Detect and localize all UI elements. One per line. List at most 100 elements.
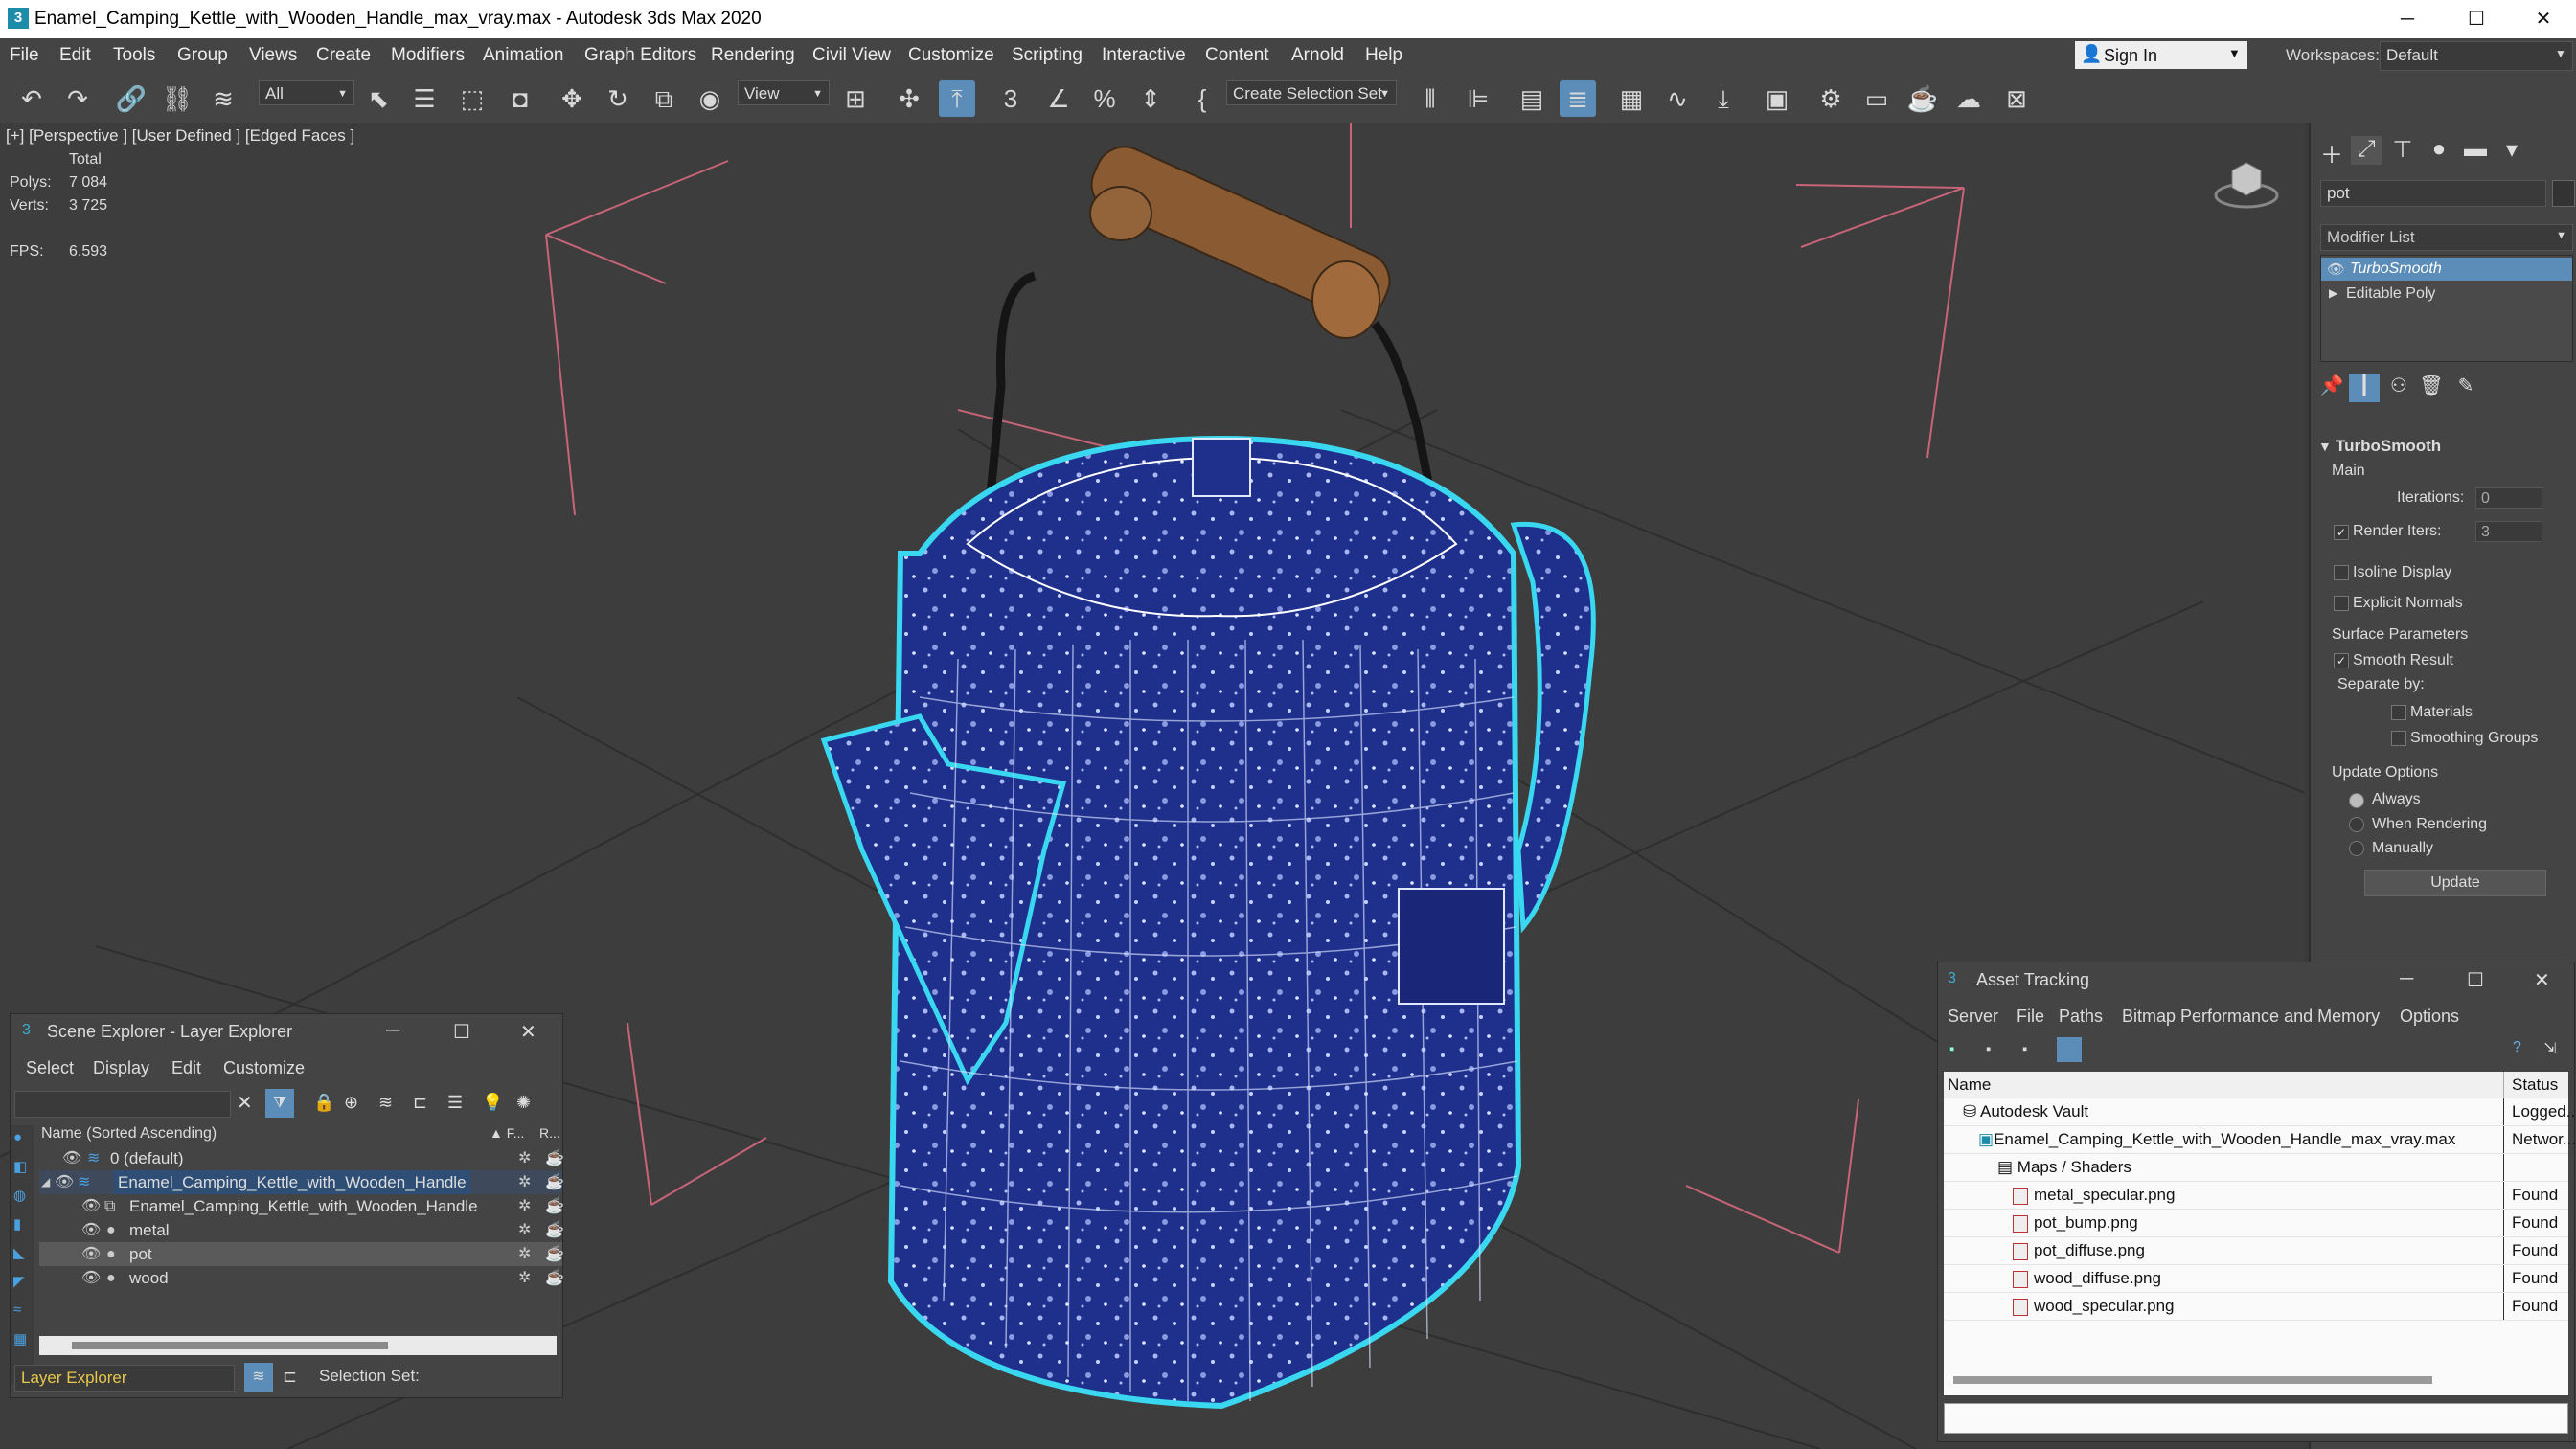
render-production-icon[interactable]: ☕ xyxy=(1904,80,1941,117)
toggle-ribbon-icon[interactable]: ▦ xyxy=(1613,80,1650,117)
eye-icon[interactable]: 👁 xyxy=(81,1266,101,1290)
menu-tools[interactable]: Tools xyxy=(113,45,155,66)
smooth-result-checkbox[interactable]: ✓ xyxy=(2334,653,2349,668)
explicit-normals-checkbox[interactable] xyxy=(2334,596,2349,611)
hierarchy-toggle-icon[interactable]: ⊏ xyxy=(283,1367,297,1387)
render-teapot-icon[interactable]: ☕ xyxy=(545,1266,564,1290)
close-button[interactable]: ✕ xyxy=(2534,968,2550,992)
remove-modifier-icon[interactable]: 🗑 xyxy=(2416,374,2447,402)
minimize-button[interactable]: ─ xyxy=(2376,0,2439,38)
display-bones-icon[interactable]: ▦ xyxy=(13,1330,27,1347)
eye-icon[interactable]: 👁 xyxy=(2327,260,2345,278)
display-spacewarps-icon[interactable]: ≈ xyxy=(13,1302,21,1318)
minimize-button[interactable]: ─ xyxy=(386,1020,399,1042)
menu-create[interactable]: Create xyxy=(316,45,371,66)
object-color-swatch[interactable] xyxy=(2552,180,2575,207)
menu-scripting[interactable]: Scripting xyxy=(1012,45,1083,66)
show-end-result-icon[interactable]: ┃ xyxy=(2349,374,2380,402)
freeze-icon[interactable]: ✲ xyxy=(518,1266,531,1290)
object-row[interactable]: 👁 ● metal ✲ ☕ xyxy=(39,1218,564,1242)
percent-snap-icon[interactable]: % xyxy=(1086,80,1123,117)
stack-item-editable-poly[interactable]: ▶ Editable Poly xyxy=(2321,283,2572,306)
maximize-button[interactable]: ☐ xyxy=(2445,0,2508,38)
render-teapot-icon[interactable]: ☕ xyxy=(545,1242,564,1266)
name-column-header[interactable]: Name (Sorted Ascending) xyxy=(41,1125,217,1143)
render-column-header[interactable]: R... xyxy=(539,1125,560,1141)
asset-menu-file[interactable]: File xyxy=(2017,1007,2044,1027)
asset-row[interactable]: wood_diffuse.png Found xyxy=(1944,1265,2568,1293)
menu-modifiers[interactable]: Modifiers xyxy=(391,45,465,66)
spinner-snap-icon[interactable]: ⇕ xyxy=(1132,80,1169,117)
pin-stack-icon[interactable]: 📌 xyxy=(2316,374,2347,402)
select-manipulate-icon[interactable]: ✣ xyxy=(891,80,927,117)
freeze-icon[interactable]: ✲ xyxy=(518,1242,531,1266)
snaps-toggle-icon[interactable]: 3 xyxy=(992,80,1029,117)
rectangular-selection-icon[interactable]: ⬚ xyxy=(454,80,490,117)
table-view-icon[interactable] xyxy=(2057,1037,2082,1062)
scene-menu-edit[interactable]: Edit xyxy=(171,1058,201,1078)
scene-menu-display[interactable]: Display xyxy=(93,1058,149,1078)
render-iters-checkbox[interactable]: ✓ xyxy=(2334,525,2349,540)
hierarchy-icon[interactable]: ⊏ xyxy=(413,1093,427,1113)
move-icon[interactable]: ✥ xyxy=(554,80,590,117)
horizontal-scrollbar[interactable] xyxy=(39,1336,557,1355)
layer-row[interactable]: ◢ 👁 ≋ Enamel_Camping_Kettle_with_Wooden_… xyxy=(39,1170,564,1194)
isoline-display-checkbox[interactable] xyxy=(2334,565,2349,580)
undo-icon[interactable]: ↶ xyxy=(13,80,50,117)
maximize-button[interactable]: ☐ xyxy=(453,1020,470,1044)
iterations-spinner[interactable]: 0 xyxy=(2475,487,2542,509)
hierarchy-tab-icon[interactable]: ⊤ xyxy=(2387,136,2418,165)
menu-civil-view[interactable]: Civil View xyxy=(812,45,891,66)
name-column-header[interactable]: Name xyxy=(1948,1072,1991,1098)
filter-icon[interactable]: ⧩ xyxy=(265,1089,294,1118)
link-icon[interactable]: 🔗 xyxy=(113,80,149,117)
render-teapot-icon[interactable]: ☕ xyxy=(545,1146,564,1170)
render-iters-spinner[interactable]: 3 xyxy=(2475,521,2542,542)
viewport-label[interactable]: [+] [Perspective ] [User Defined ] [Edge… xyxy=(6,126,354,146)
bind-space-warp-icon[interactable]: ≋ xyxy=(205,80,241,117)
rendered-frame-window-icon[interactable]: ▭ xyxy=(1858,80,1895,117)
close-button[interactable]: ✕ xyxy=(520,1020,536,1044)
modify-tab-icon[interactable]: ⤢ xyxy=(2351,136,2382,165)
make-unique-icon[interactable]: ⚇ xyxy=(2383,374,2414,402)
motion-tab-icon[interactable]: ● xyxy=(2424,136,2454,165)
modifier-list-select[interactable]: Modifier List ▼ xyxy=(2320,224,2573,251)
materials-checkbox[interactable] xyxy=(2391,705,2406,720)
render-teapot-icon[interactable]: ☕ xyxy=(545,1170,564,1194)
asset-row[interactable]: ▤ Maps / Shaders xyxy=(1944,1154,2568,1182)
create-tab-icon[interactable]: ＋ xyxy=(2316,136,2347,169)
light-icon[interactable]: 💡 xyxy=(482,1093,503,1113)
freeze-icon[interactable]: ✲ xyxy=(518,1218,531,1242)
menu-rendering[interactable]: Rendering xyxy=(711,45,795,66)
asset-row[interactable]: ⛁ Autodesk Vault Logged... xyxy=(1944,1098,2576,1126)
render-teapot-icon[interactable]: ☕ xyxy=(545,1218,564,1242)
always-radio[interactable] xyxy=(2349,793,2364,808)
asset-menu-options[interactable]: Options xyxy=(2400,1007,2459,1027)
display-none-icon[interactable]: ● xyxy=(13,1129,22,1145)
align-icon[interactable]: ⊫ xyxy=(1460,80,1496,117)
layers-icon[interactable]: ≋ xyxy=(378,1093,393,1113)
scene-menu-customize[interactable]: Customize xyxy=(223,1058,305,1078)
render-to-texture-icon[interactable]: ⊠ xyxy=(1998,80,2035,117)
menu-animation[interactable]: Animation xyxy=(483,45,564,66)
horizontal-scrollbar[interactable] xyxy=(1953,1376,2432,1384)
minimize-button[interactable]: ─ xyxy=(2400,968,2413,990)
freeze-icon[interactable]: ✲ xyxy=(518,1170,531,1194)
dock-icon[interactable]: ⇲ xyxy=(2543,1039,2556,1058)
configure-sets-icon[interactable]: ✎ xyxy=(2451,374,2481,402)
layers-toggle-icon[interactable]: ≋ xyxy=(244,1363,273,1392)
when-rendering-radio[interactable] xyxy=(2349,817,2364,832)
display-helpers-icon[interactable]: ◤ xyxy=(13,1273,25,1290)
keyboard-shortcut-override-icon[interactable]: ⤒ xyxy=(939,80,975,117)
frozen-column-header[interactable]: ▲ F... xyxy=(490,1125,524,1141)
menu-content[interactable]: Content xyxy=(1205,45,1269,66)
render-setup-icon[interactable]: ⚙ xyxy=(1812,80,1849,117)
stack-icon[interactable]: ☰ xyxy=(447,1093,463,1113)
asset-row[interactable]: pot_diffuse.png Found xyxy=(1944,1237,2568,1265)
layer-row[interactable]: 👁 ≋ 0 (default) ✲ ☕ xyxy=(39,1146,564,1170)
stack-item-turbosmooth[interactable]: 👁 TurboSmooth xyxy=(2321,258,2572,281)
named-selection-set-select[interactable]: Create Selection Set ▼ xyxy=(1226,80,1397,105)
status-column-header[interactable]: Status xyxy=(2503,1072,2558,1098)
display-shapes-icon[interactable]: ◍ xyxy=(13,1187,26,1204)
menu-interactive[interactable]: Interactive xyxy=(1102,45,1186,66)
